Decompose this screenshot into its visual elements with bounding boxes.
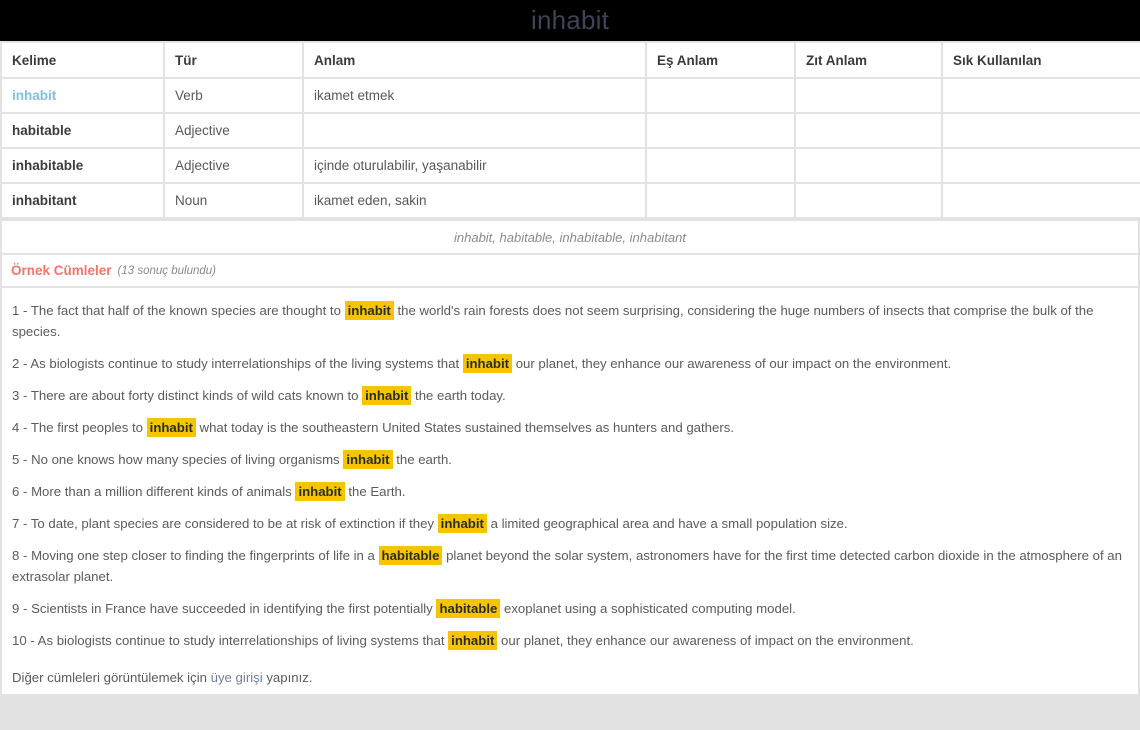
column-header-1: Tür: [165, 43, 302, 77]
table-row: inhabit Verb ikamet etmek: [2, 79, 1140, 112]
example-sentence: 4 - The first peoples to inhabit what to…: [12, 417, 1128, 438]
examples-title: Örnek Cümleler: [11, 263, 112, 278]
word-forms-row: inhabit, habitable, inhabitable, inhabit…: [2, 221, 1138, 253]
example-sentence: 10 - As biologists continue to study int…: [12, 630, 1128, 651]
sentence-number: 8 -: [12, 548, 32, 563]
sentence-text: The fact that half of the known species …: [30, 303, 345, 318]
highlighted-word: inhabit: [344, 301, 394, 320]
login-note-after: yapınız.: [262, 670, 313, 685]
table-row: inhabitable Adjective içinde oturulabilir,…: [2, 149, 1140, 182]
cell-sik-kullanilan: [943, 79, 1140, 112]
cell-tur: Verb: [165, 79, 302, 112]
column-header-0: Kelime: [2, 43, 163, 77]
column-header-3: Eş Anlam: [647, 43, 794, 77]
cell-zit-anlam: [796, 114, 941, 147]
login-link[interactable]: üye girişi: [211, 670, 263, 685]
cell-kelime: inhabitable: [2, 149, 163, 182]
highlighted-word: inhabit: [462, 354, 513, 373]
example-sentence: 2 - As biologists continue to study inte…: [12, 353, 1128, 374]
word-table: Kelime Tür Anlam Eş Anlam Zıt Anlam Sık Kulla…: [0, 41, 1140, 219]
column-header-2: Anlam: [304, 43, 645, 77]
highlighted-word: inhabit: [146, 418, 196, 437]
cell-tur: Adjective: [165, 149, 302, 182]
cell-anlam: ikamet eden, sakin: [304, 184, 645, 217]
cell-sik-kullanilan: [943, 184, 1140, 217]
cell-kelime: habitable: [2, 114, 163, 147]
login-note: Diğer cümleleri görüntülemek için üye gi…: [12, 667, 1128, 688]
sentence-text: the earth today.: [411, 388, 506, 403]
table-row: inhabitant Noun ikamet eden, sakin: [2, 184, 1140, 217]
cell-es-anlam: [647, 114, 794, 147]
highlighted-word: habitable: [436, 599, 501, 618]
cell-es-anlam: [647, 184, 794, 217]
sentence-text: what today is the southeastern United St…: [195, 420, 734, 435]
sentence-text: Scientists in France have succeeded in i…: [31, 601, 437, 616]
cell-kelime: inhabitant: [2, 184, 163, 217]
example-sentence: 7 - To date, plant species are considere…: [12, 513, 1128, 534]
sentence-text: As biologists continue to study interrel…: [37, 633, 449, 648]
example-sentences-panel: 1 - The fact that half of the known spec…: [2, 288, 1138, 694]
sentence-number: 1 -: [12, 303, 31, 318]
sentence-text: No one knows how many species of living …: [31, 452, 344, 467]
cell-zit-anlam: [796, 149, 941, 182]
sentence-number: 4 -: [12, 420, 31, 435]
cell-tur: Noun: [165, 184, 302, 217]
page-title: inhabit: [530, 4, 610, 35]
word-forms-text: inhabit, habitable, inhabitable, inhabit…: [453, 229, 686, 245]
highlighted-word: inhabit: [362, 386, 412, 405]
cell-anlam: içinde oturulabilir, yaşanabilir: [304, 149, 645, 182]
sentence-text: our planet, they enhance our awareness o…: [497, 633, 914, 648]
login-note-before: Diğer cümleleri görüntülemek için: [12, 670, 211, 685]
column-header-5: Sık Kullanılan: [943, 43, 1140, 77]
example-sentence: 9 - Scientists in France have succeeded …: [12, 598, 1128, 619]
sentence-text: a limited geographical area and have a s…: [486, 516, 848, 531]
examples-heading: Örnek Cümleler (13 sonuç bulundu): [2, 255, 1138, 286]
sentence-text: The first peoples to: [30, 420, 147, 435]
cell-kelime[interactable]: inhabit: [2, 79, 163, 112]
sentence-number: 3 -: [12, 388, 31, 403]
cell-es-anlam: [647, 79, 794, 112]
sentence-text: the Earth.: [344, 484, 406, 499]
sentence-number: 10 -: [12, 633, 38, 648]
cell-tur: Adjective: [165, 114, 302, 147]
highlighted-word: habitable: [378, 546, 443, 565]
cell-sik-kullanilan: [943, 149, 1140, 182]
sentence-text: As biologists continue to study interrel…: [30, 356, 463, 371]
sentence-text: exoplanet using a sophisticated computin…: [500, 601, 796, 616]
sentence-number: 6 -: [12, 484, 32, 499]
example-sentence: 5 - No one knows how many species of liv…: [12, 449, 1128, 470]
example-sentence: 1 - The fact that half of the known spec…: [12, 300, 1128, 342]
word-table-wrapper: Kelime Tür Anlam Eş Anlam Zıt Anlam Sık Kulla…: [0, 41, 1140, 219]
example-sentence: 8 - Moving one step closer to finding th…: [12, 545, 1128, 587]
table-header-row: Kelime Tür Anlam Eş Anlam Zıt Anlam Sık Kulla…: [2, 43, 1140, 77]
sentence-text: the earth.: [392, 452, 452, 467]
examples-result-count: (13 sonuç bulundu): [117, 264, 217, 277]
sentence-text: There are about forty distinct kinds of …: [30, 388, 363, 403]
table-row: habitable Adjective: [2, 114, 1140, 147]
sentence-text: our planet, they enhance our awareness o…: [512, 356, 952, 371]
highlighted-word: inhabit: [437, 514, 487, 533]
example-sentence: 3 - There are about forty distinct kinds…: [12, 385, 1128, 406]
example-sentence: 6 - More than a million different kinds …: [12, 481, 1128, 502]
sentence-number: 2 -: [12, 356, 31, 371]
sentence-number: 5 -: [12, 452, 32, 467]
highlighted-word: inhabit: [448, 631, 498, 650]
sentence-text: Moving one step closer to finding the fi…: [31, 548, 379, 563]
sentence-text: To date, plant species are considered to…: [30, 516, 438, 531]
cell-anlam: ikamet etmek: [304, 79, 645, 112]
cell-zit-anlam: [796, 79, 941, 112]
cell-sik-kullanilan: [943, 114, 1140, 147]
highlighted-word: inhabit: [343, 450, 393, 469]
sentence-text: More than a million different kinds of a…: [31, 484, 296, 499]
sentence-number: 7 -: [12, 516, 31, 531]
column-header-4: Zıt Anlam: [796, 43, 941, 77]
cell-es-anlam: [647, 149, 794, 182]
sentence-number: 9 -: [12, 601, 32, 616]
highlighted-word: inhabit: [295, 482, 345, 501]
page-header: inhabit: [0, 0, 1140, 41]
cell-anlam: [304, 114, 645, 147]
cell-zit-anlam: [796, 184, 941, 217]
